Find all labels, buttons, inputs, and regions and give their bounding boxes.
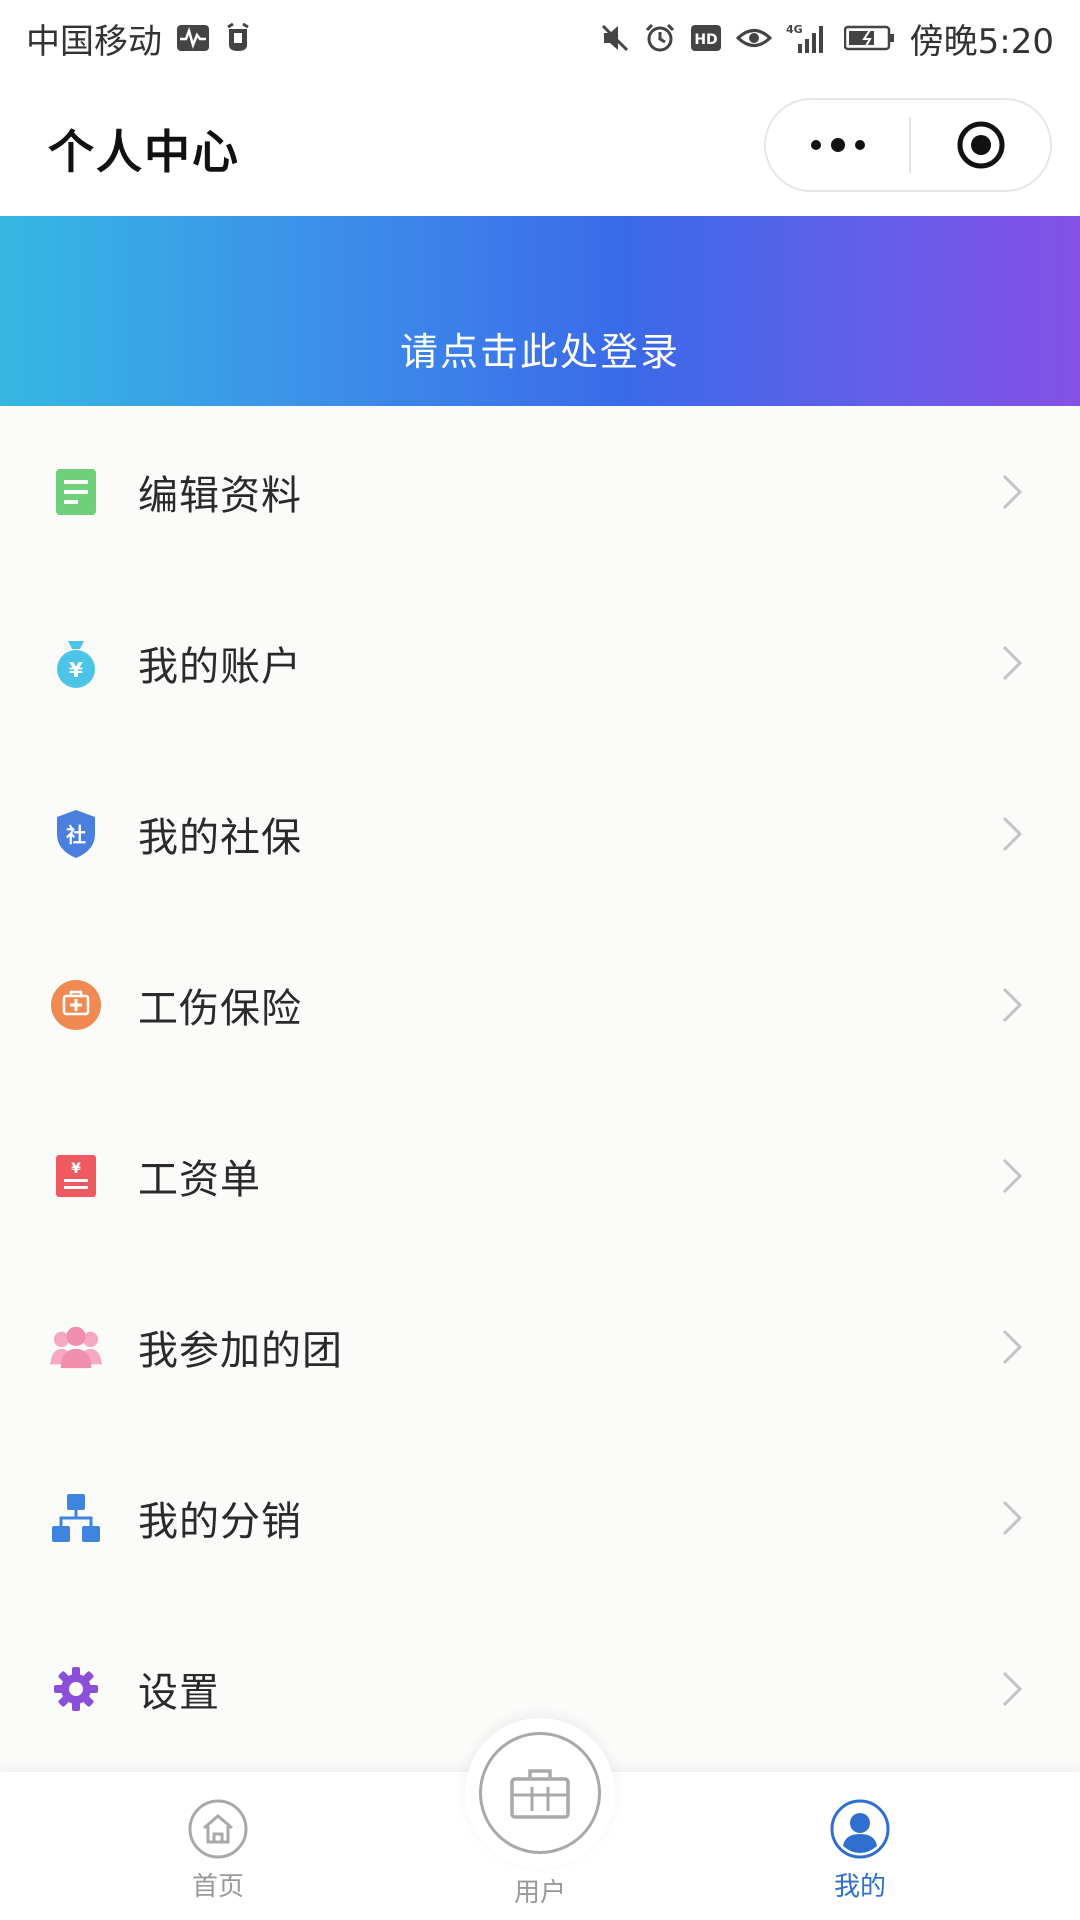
- tab-mine[interactable]: 我的: [760, 1772, 960, 1920]
- money-bag-icon: ¥: [50, 637, 102, 689]
- payslip-icon: ¥: [50, 1150, 102, 1202]
- nav-header: 个人中心: [0, 76, 1080, 216]
- page-title: 个人中心: [48, 125, 240, 179]
- menu-item-label: 我的账户: [138, 643, 302, 690]
- home-icon: [188, 1799, 248, 1859]
- briefcase-icon: [510, 1769, 570, 1819]
- status-bar: 中国移动 HD 4G 傍晚5:20: [0, 0, 1080, 76]
- alarm-tag-icon: [224, 23, 252, 53]
- svg-text:HD: HD: [694, 32, 717, 48]
- group-icon: [50, 1321, 102, 1373]
- menu-item-label: 设置: [138, 1669, 220, 1716]
- gear-icon: [50, 1663, 102, 1715]
- chevron-right-icon: [1002, 474, 1023, 509]
- menu-item-payslip[interactable]: ¥ 工资单: [0, 1090, 1080, 1261]
- signal-icon: 4G: [786, 22, 830, 54]
- social-security-shield-icon: 社: [50, 808, 102, 860]
- medical-kit-icon: [50, 979, 102, 1031]
- menu-item-label: 编辑资料: [138, 472, 302, 519]
- hd-icon: HD: [690, 24, 722, 52]
- chevron-right-icon: [1002, 1671, 1023, 1706]
- network-type: 4G: [786, 23, 803, 36]
- tab-home[interactable]: 首页: [118, 1772, 318, 1920]
- status-time: 傍晚5:20: [909, 21, 1054, 62]
- chevron-right-icon: [1002, 816, 1023, 851]
- menu-item-my-groups[interactable]: 我参加的团: [0, 1261, 1080, 1432]
- tab-label: 用户: [513, 1878, 566, 1908]
- chevron-right-icon: [1002, 1329, 1023, 1364]
- more-button[interactable]: [766, 100, 909, 190]
- center-tab-bubble[interactable]: [465, 1718, 615, 1868]
- tab-label: 首页: [191, 1872, 244, 1902]
- menu-item-injury-insurance[interactable]: 工伤保险: [0, 919, 1080, 1090]
- mini-program-capsule: [764, 98, 1052, 192]
- target-close-icon: [957, 121, 1004, 169]
- activity-icon: [176, 24, 210, 52]
- hierarchy-icon: [50, 1492, 102, 1544]
- eye-icon: [735, 25, 772, 51]
- chevron-right-icon: [1002, 1158, 1023, 1193]
- menu-item-social-security[interactable]: 社 我的社保: [0, 748, 1080, 919]
- login-prompt[interactable]: 请点击此处登录: [400, 321, 680, 376]
- chevron-right-icon: [1002, 1500, 1023, 1535]
- center-tab-ring: [479, 1732, 601, 1854]
- user-icon: [830, 1799, 890, 1859]
- login-banner[interactable]: 请点击此处登录: [0, 216, 1080, 406]
- menu-item-edit-profile[interactable]: 编辑资料: [0, 406, 1080, 577]
- menu-item-label: 我的分销: [138, 1498, 302, 1545]
- status-right: HD 4G 傍晚5:20: [600, 14, 1054, 63]
- battery-icon: [843, 24, 896, 52]
- close-button[interactable]: [911, 100, 1050, 190]
- tab-label: 我的: [833, 1872, 886, 1902]
- menu-item-label: 我参加的团: [138, 1327, 343, 1374]
- document-icon: [50, 466, 102, 518]
- menu-item-my-account[interactable]: ¥ 我的账户: [0, 577, 1080, 748]
- mute-icon: [600, 23, 630, 53]
- status-left: 中国移动: [26, 14, 252, 63]
- menu-item-label: 工资单: [138, 1156, 261, 1203]
- more-dots-icon: [810, 138, 865, 152]
- tab-user[interactable]: 用户: [440, 1718, 640, 1920]
- carrier-name: 中国移动: [26, 21, 162, 62]
- svg-text:¥: ¥: [69, 658, 83, 682]
- chevron-right-icon: [1002, 645, 1023, 680]
- alarm-icon: [644, 22, 676, 54]
- chevron-right-icon: [1002, 987, 1023, 1022]
- svg-text:社: 社: [65, 823, 86, 847]
- svg-text:¥: ¥: [71, 1161, 81, 1177]
- menu-item-distribution[interactable]: 我的分销: [0, 1432, 1080, 1603]
- menu-item-label: 工伤保险: [138, 985, 302, 1032]
- menu-item-label: 我的社保: [138, 814, 302, 861]
- menu-list: 编辑资料 ¥ 我的账户 社 我的社保 工伤保险 ¥ 工资单 我参加的团 我的分销…: [0, 406, 1080, 1774]
